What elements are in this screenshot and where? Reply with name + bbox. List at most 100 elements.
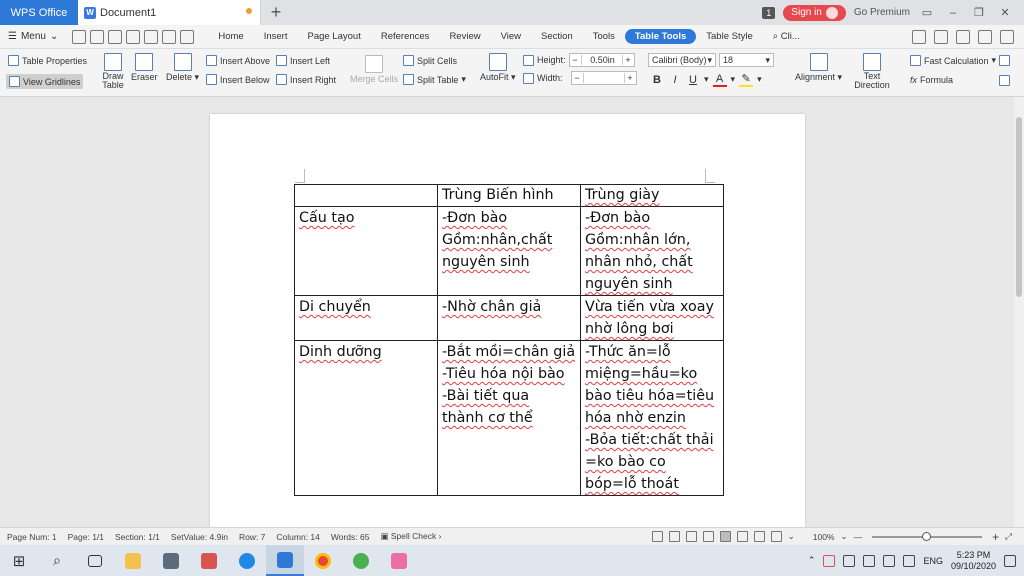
edge-button[interactable] [228,545,266,576]
outline-view-icon[interactable] [736,531,748,542]
go-premium-button[interactable]: Go Premium [854,7,910,18]
start-button[interactable]: ⊞ [0,545,38,576]
font-size-select[interactable]: 18 ▾ [719,53,774,67]
merge-cells-button[interactable]: Merge Cells [350,55,398,84]
table-cell[interactable]: Di chuyển [294,295,438,341]
italic-button[interactable]: I [668,74,682,86]
table-cell[interactable]: -Nhờ chân giả [437,295,581,341]
ribbon-extra-icon-1[interactable] [999,55,1010,66]
formula-button[interactable]: fx Formula [910,75,953,85]
share-icon[interactable] [934,29,948,44]
network-icon[interactable] [863,554,876,567]
game-app-button[interactable] [380,545,418,576]
sign-in-button[interactable]: Sign in [783,4,846,21]
insert-above-button[interactable]: Insert Above [206,55,270,66]
wps-office-tab[interactable]: WPS Office [0,0,78,25]
table-cell[interactable]: Trùng Biến hình [437,184,581,207]
print-icon[interactable] [108,29,123,44]
outline-icon[interactable] [668,531,680,542]
format-painter-icon[interactable] [126,29,141,44]
table-cell[interactable] [294,184,438,207]
notifications-icon[interactable] [1004,554,1016,567]
insert-right-button[interactable]: Insert Right [276,74,336,85]
taskbar-clock[interactable]: 5:23 PM 09/10/2020 [951,550,996,572]
wifi-icon[interactable] [883,554,896,567]
coccoc-button[interactable] [342,545,380,576]
increase-width-button[interactable]: + [623,73,636,83]
save-icon[interactable] [90,29,105,44]
zoom-in-button[interactable]: + [992,530,999,544]
chevron-down-icon[interactable]: ▾ [757,74,762,85]
scrollbar-thumb[interactable] [1016,117,1022,297]
tab-references[interactable]: References [371,29,440,44]
search-command[interactable]: ⌕ Cli... [763,29,810,44]
text-direction-button[interactable]: Text Direction [851,53,893,90]
more-options-icon[interactable] [1000,29,1014,44]
draw-table-button[interactable]: Draw Table [101,53,125,90]
tab-home[interactable]: Home [208,29,253,44]
insert-left-button[interactable]: Insert Left [276,55,330,66]
tab-insert[interactable]: Insert [254,29,298,44]
web-view-icon[interactable] [753,531,765,542]
document-page[interactable]: Trùng Biến hình Trùng giày Cấu tạo -Đơn bào… [210,114,805,527]
ribbon-extra-icon-2[interactable] [999,75,1010,86]
task-view-button[interactable] [76,545,114,576]
table-cell[interactable]: Cấu tạo [294,206,438,296]
tab-tools[interactable]: Tools [583,29,625,44]
decrease-width-button[interactable]: − [572,73,584,83]
fast-calculation-button[interactable]: Fast Calculation ▾ [910,55,996,66]
calculator-app-button[interactable] [152,545,190,576]
insert-below-button[interactable]: Insert Below [206,74,270,85]
page-view-icon[interactable] [719,531,731,542]
increase-height-button[interactable]: + [621,55,634,65]
share-user-icon[interactable] [912,29,926,44]
font-name-select[interactable]: Calibri (Body) ▾ [648,53,716,67]
antivirus-icon[interactable] [823,554,836,567]
volume-icon[interactable] [903,554,916,567]
font-color-button[interactable]: A [712,73,727,87]
zoom-slider[interactable] [872,531,983,541]
fit-window-icon[interactable]: ⤢ [1005,531,1012,542]
chevron-down-icon[interactable]: ▾ [704,74,709,85]
comment-icon[interactable] [978,29,992,44]
taskbar-search-button[interactable]: ⌕ [38,545,76,576]
chevron-down-icon[interactable]: ▾ [731,74,736,85]
new-tab-button[interactable]: + [261,0,291,25]
bold-button[interactable]: B [650,74,664,86]
app-button[interactable] [190,545,228,576]
zoom-level[interactable]: 100% [813,532,835,542]
reading-mode-icon[interactable] [702,531,714,542]
document-workspace[interactable]: Trùng Biến hình Trùng giày Cấu tạo -Đơn bào… [0,97,1014,527]
undo-icon[interactable] [162,29,177,44]
zoom-out-button[interactable]: — [854,532,863,542]
eye-protection-icon[interactable] [770,531,782,542]
language-indicator[interactable]: ENG [923,556,943,566]
eraser-button[interactable]: Eraser [131,53,158,82]
open-folder-icon[interactable] [72,29,87,44]
minimize-icon[interactable]: – [944,7,962,19]
restore-icon[interactable]: ❐ [970,6,988,19]
delete-button[interactable]: Delete ▾ [166,53,199,83]
height-spinner[interactable]: −0.50in + [568,53,635,67]
close-icon[interactable]: ✕ [996,6,1014,19]
export-icon[interactable] [956,29,970,44]
status-page-num[interactable]: Page Num: 1 [7,532,57,542]
tab-table-style[interactable]: Table Style [696,29,762,44]
table-cell[interactable]: Dinh dưỡng [294,340,438,496]
split-table-button[interactable]: Split Table ▾ [403,74,466,85]
chrome-button[interactable] [304,545,342,576]
notification-badge[interactable]: 1 [762,6,776,19]
file-explorer-button[interactable] [114,545,152,576]
tab-page-layout[interactable]: Page Layout [297,29,370,44]
redo-icon[interactable] [180,29,195,44]
protect-icon[interactable] [651,531,663,542]
highlight-icon[interactable]: ✎ [739,72,754,87]
underline-button[interactable]: U [686,74,700,86]
main-menu-button[interactable]: ☰ Menu ⌄ [8,31,58,42]
split-cells-button[interactable]: Split Cells [403,55,457,66]
height-input[interactable]: 0.50in [582,55,622,65]
width-spinner[interactable]: − + [570,71,637,85]
status-words[interactable]: Words: 65 [331,532,370,542]
skin-icon[interactable]: ▭ [918,6,936,19]
table-cell[interactable]: -Thức ăn=lỗ miệng=hầu=ko bào tiêu hóa=tiêu… [580,340,724,496]
